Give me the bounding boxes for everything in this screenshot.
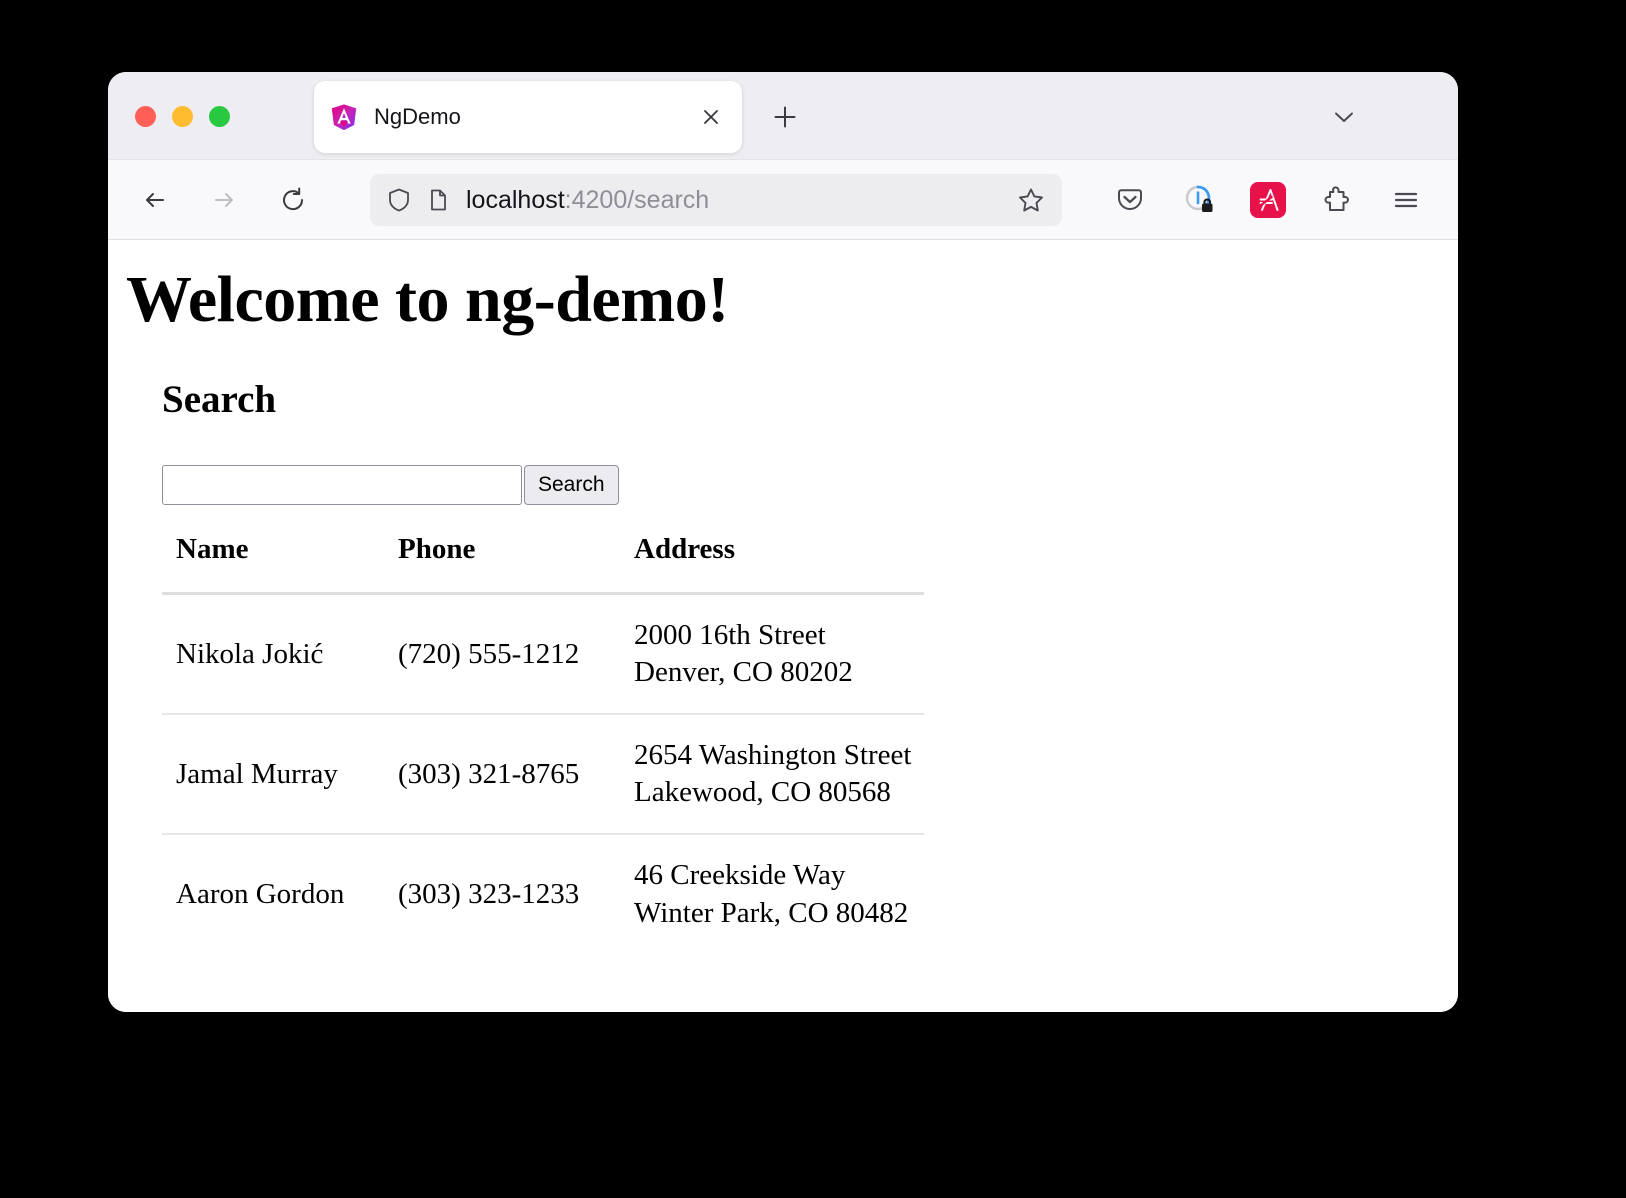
navigation-toolbar: localhost:4200/search [108, 160, 1458, 240]
url-path: :4200/search [564, 185, 710, 214]
cell-name: Jamal Murray [162, 714, 384, 836]
tab-ngdemo[interactable]: NgDemo [314, 81, 742, 153]
page-document-icon [424, 186, 452, 214]
close-icon [704, 110, 718, 124]
new-tab-button[interactable] [768, 100, 802, 134]
address-line-2: Winter Park, CO 80482 [634, 896, 909, 929]
column-header-address: Address [620, 533, 924, 595]
table-body: Nikola Jokić (720) 555-1212 2000 16th St… [162, 593, 924, 954]
pocket-icon[interactable] [1108, 178, 1152, 222]
address-line-2: Denver, CO 80202 [634, 656, 853, 689]
bookmark-star-icon[interactable] [1014, 183, 1048, 217]
cell-phone: (303) 321-8765 [384, 714, 620, 836]
cell-name: Aaron Gordon [176, 878, 345, 911]
page-title: Welcome to ng-demo! [126, 263, 729, 336]
table-row: Nikola Jokić (720) 555-1212 2000 16th St… [162, 593, 924, 716]
cell-name: Nikola Jokić [162, 593, 384, 716]
results-table: Name Phone Address Nikola Jokić (720) 55… [162, 533, 924, 954]
table-row: Aaron Gordon (303) 323-1233 46 Creekside… [162, 834, 924, 953]
close-tab-button[interactable] [696, 102, 726, 132]
search-form: Search [108, 422, 1458, 505]
cell-address: 46 Creekside Way Winter Park, CO 80482 [620, 834, 924, 953]
back-button[interactable] [135, 180, 175, 220]
address-line-1: 46 Creekside Way [634, 859, 846, 892]
table-head: Name Phone Address [162, 533, 924, 595]
angular-logo-icon [331, 104, 357, 131]
address-line-1: 2000 16th Street [634, 619, 826, 651]
url-host: localhost [466, 185, 565, 214]
shield-icon[interactable] [384, 185, 414, 215]
address-bar[interactable]: localhost:4200/search [370, 174, 1062, 226]
page-content: Welcome to ng-demo! Search Search Name P… [108, 240, 1458, 1012]
app-extension-icon[interactable] [1246, 178, 1290, 222]
cell-phone: (720) 555-1212 [384, 593, 620, 716]
hamburger-menu-icon[interactable] [1384, 178, 1428, 222]
reload-icon [283, 187, 304, 211]
cell-address: 2654 Washington Street Lakewood, CO 8056… [620, 714, 924, 836]
maximize-window-button[interactable] [209, 106, 230, 127]
column-header-phone: Phone [384, 533, 620, 595]
url-text: localhost:4200/search [466, 186, 1014, 215]
back-arrow-icon [146, 193, 164, 207]
table-header-row: Name Phone Address [162, 533, 924, 595]
search-button[interactable]: Search [524, 465, 619, 505]
list-all-tabs-button[interactable] [1326, 100, 1362, 134]
privacy-badger-icon[interactable] [1177, 178, 1221, 222]
browser-window: NgDemo localhost:4200/search Welcome to … [108, 72, 1458, 1012]
column-header-name: Name [162, 533, 384, 595]
forward-arrow-icon [215, 193, 233, 207]
puzzle-extension-icon[interactable] [1315, 178, 1359, 222]
tab-strip: NgDemo [108, 72, 1458, 160]
window-controls [135, 106, 230, 127]
table-row: Jamal Murray (303) 321-8765 2654 Washing… [162, 714, 924, 836]
cell-phone: (303) 323-1233 [398, 878, 580, 911]
minimize-window-button[interactable] [172, 106, 193, 127]
toolbar-extension-icons [1108, 178, 1428, 222]
search-input[interactable] [162, 465, 522, 505]
reload-button[interactable] [273, 180, 313, 220]
address-line-1: 2654 Washington Street [634, 739, 912, 772]
chevron-down-icon [1335, 112, 1353, 122]
close-window-button[interactable] [135, 106, 156, 127]
section-heading-search: Search [162, 378, 277, 421]
forward-button[interactable] [204, 180, 244, 220]
cell-address: 2000 16th Street Denver, CO 80202 [620, 593, 924, 716]
tab-title: NgDemo [374, 104, 461, 129]
address-line-2: Lakewood, CO 80568 [634, 776, 891, 809]
plus-icon [774, 106, 796, 128]
